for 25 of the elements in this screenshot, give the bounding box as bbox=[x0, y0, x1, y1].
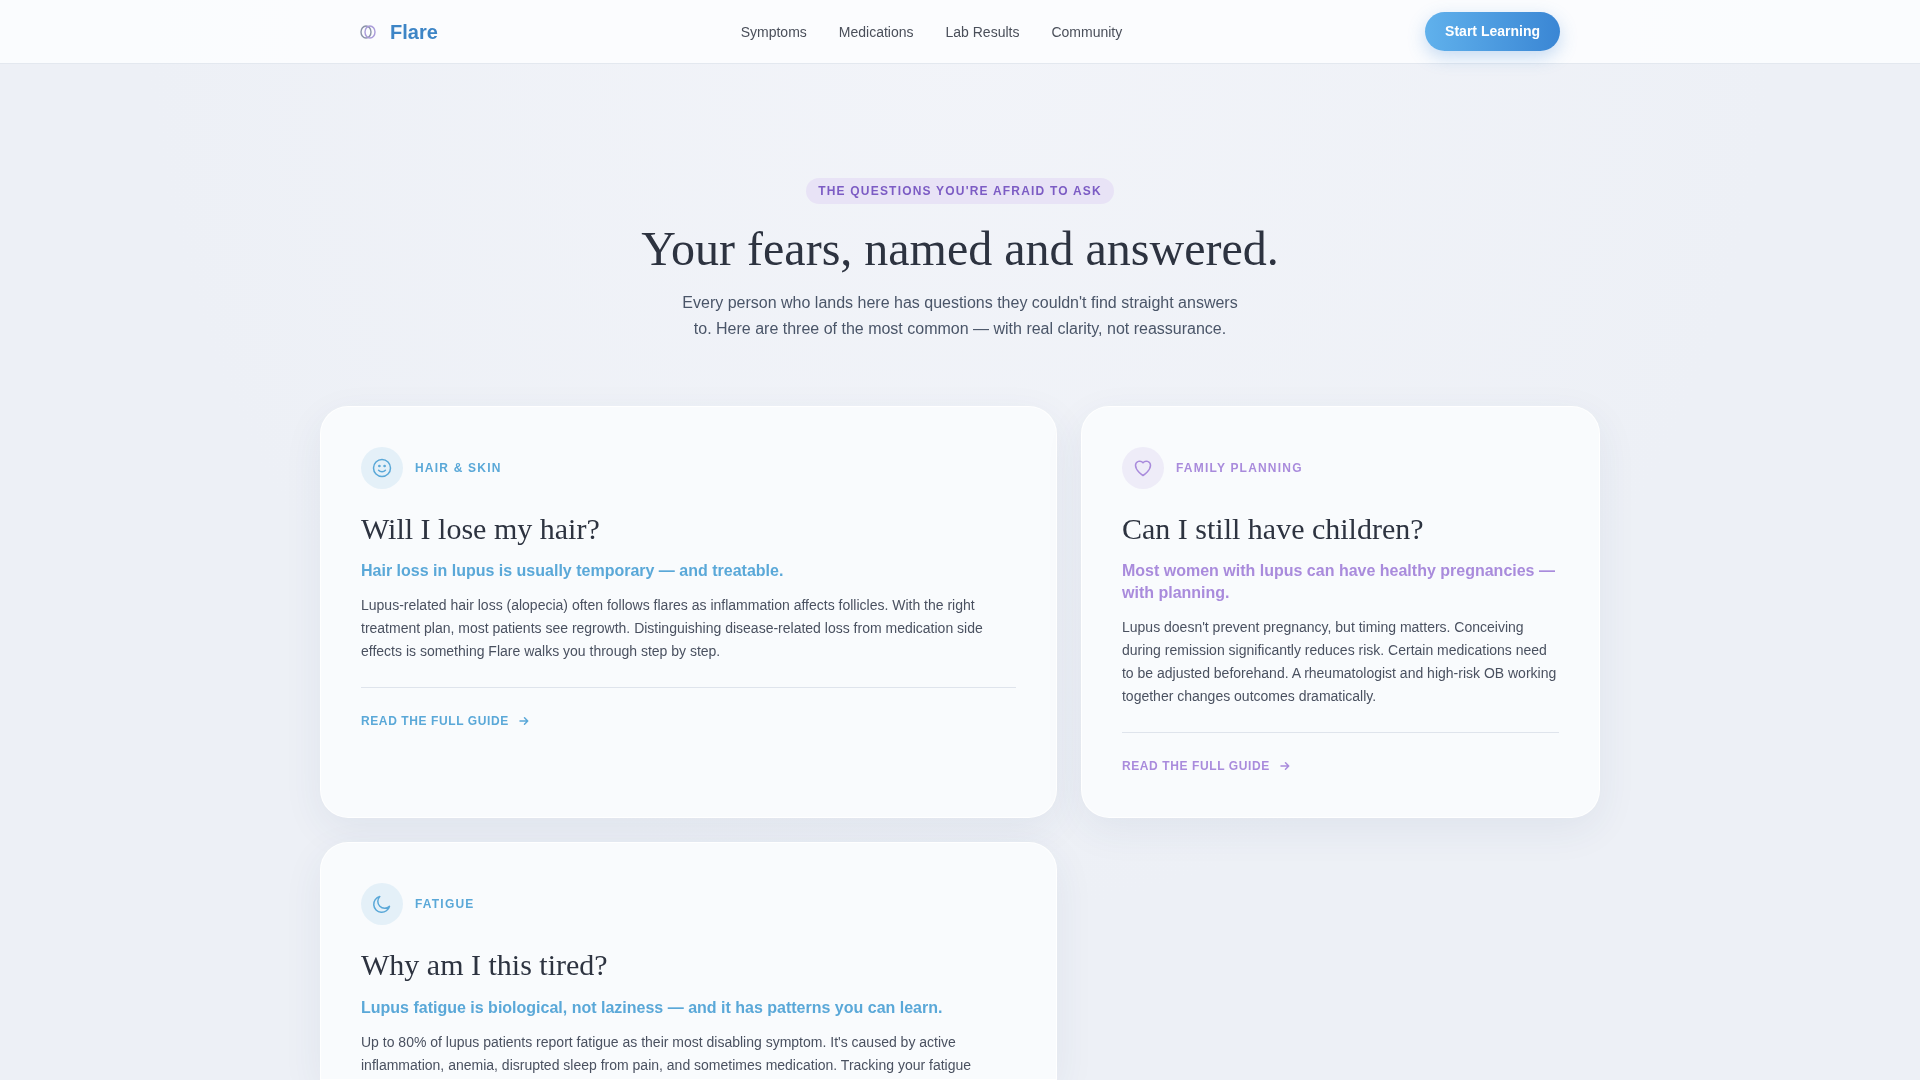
crescent-moon-icon bbox=[361, 883, 403, 926]
hero-intro: Every person who lands here has questions they couldn't find straight answers to. Here are three of the most common — with real clarity, not reassurance. bbox=[681, 292, 1239, 339]
category-label: FAMILY PLANNING bbox=[1176, 459, 1303, 476]
answer-summary: Lupus fatigue is biological, not laziness — and it has patterns you can learn. bbox=[361, 997, 944, 1018]
answer-text: Lupus-related hair loss (alopecia) often follows flares as inflammation affects follicles. With the right treatment plan, most patients see regrowth. Distinguishing disease-related loss from medication side effects is something Flare walks you through step by step. bbox=[361, 596, 984, 662]
question-title: Will I lose my hair? bbox=[361, 510, 601, 547]
question-title: Can I still have children? bbox=[1122, 510, 1425, 547]
brand-link[interactable]: Flare bbox=[390, 19, 438, 44]
arrow-icon bbox=[518, 716, 529, 727]
eyebrow-tag: THE QUESTIONS YOU'RE AFRAID TO ASK bbox=[806, 178, 1114, 204]
question-title: Why am I this tired? bbox=[361, 947, 609, 984]
answer-text: Up to 80% of lupus patients report fatigue as their most disabling symptom. It's caused by active inflammation, anemia, disrupted sleep from pain, and sometimes medication. Tracking your fatigue bbox=[361, 1032, 973, 1075]
nav-link[interactable]: Lab Results bbox=[945, 22, 1020, 41]
category-label: FATIGUE bbox=[415, 896, 475, 913]
answer-summary: Hair loss in lupus is usually temporary — and treatable. bbox=[361, 561, 785, 582]
answer-summary: Most women with lupus can have healthy pregnancies — with planning. bbox=[1122, 561, 1556, 604]
smiley-face-icon bbox=[361, 446, 403, 489]
logo-icon bbox=[360, 24, 376, 39]
nav-link[interactable]: Community bbox=[1051, 22, 1123, 41]
nav-link[interactable]: Symptoms bbox=[740, 22, 807, 41]
hero-heading: Your fears, named and answered. bbox=[640, 221, 1280, 277]
arrow-icon bbox=[1279, 761, 1290, 772]
answer-text: Lupus doesn't prevent pregnancy, but timing matters. Conceiving during remission significantly reduces risk. Certain medications need to be adjusted beforehand. A rheumatologist and high-risk OB working together changes outcomes dramatically. bbox=[1122, 618, 1558, 707]
nav-link[interactable]: Medications bbox=[838, 22, 914, 41]
category-label: HAIR & SKIN bbox=[415, 459, 502, 476]
